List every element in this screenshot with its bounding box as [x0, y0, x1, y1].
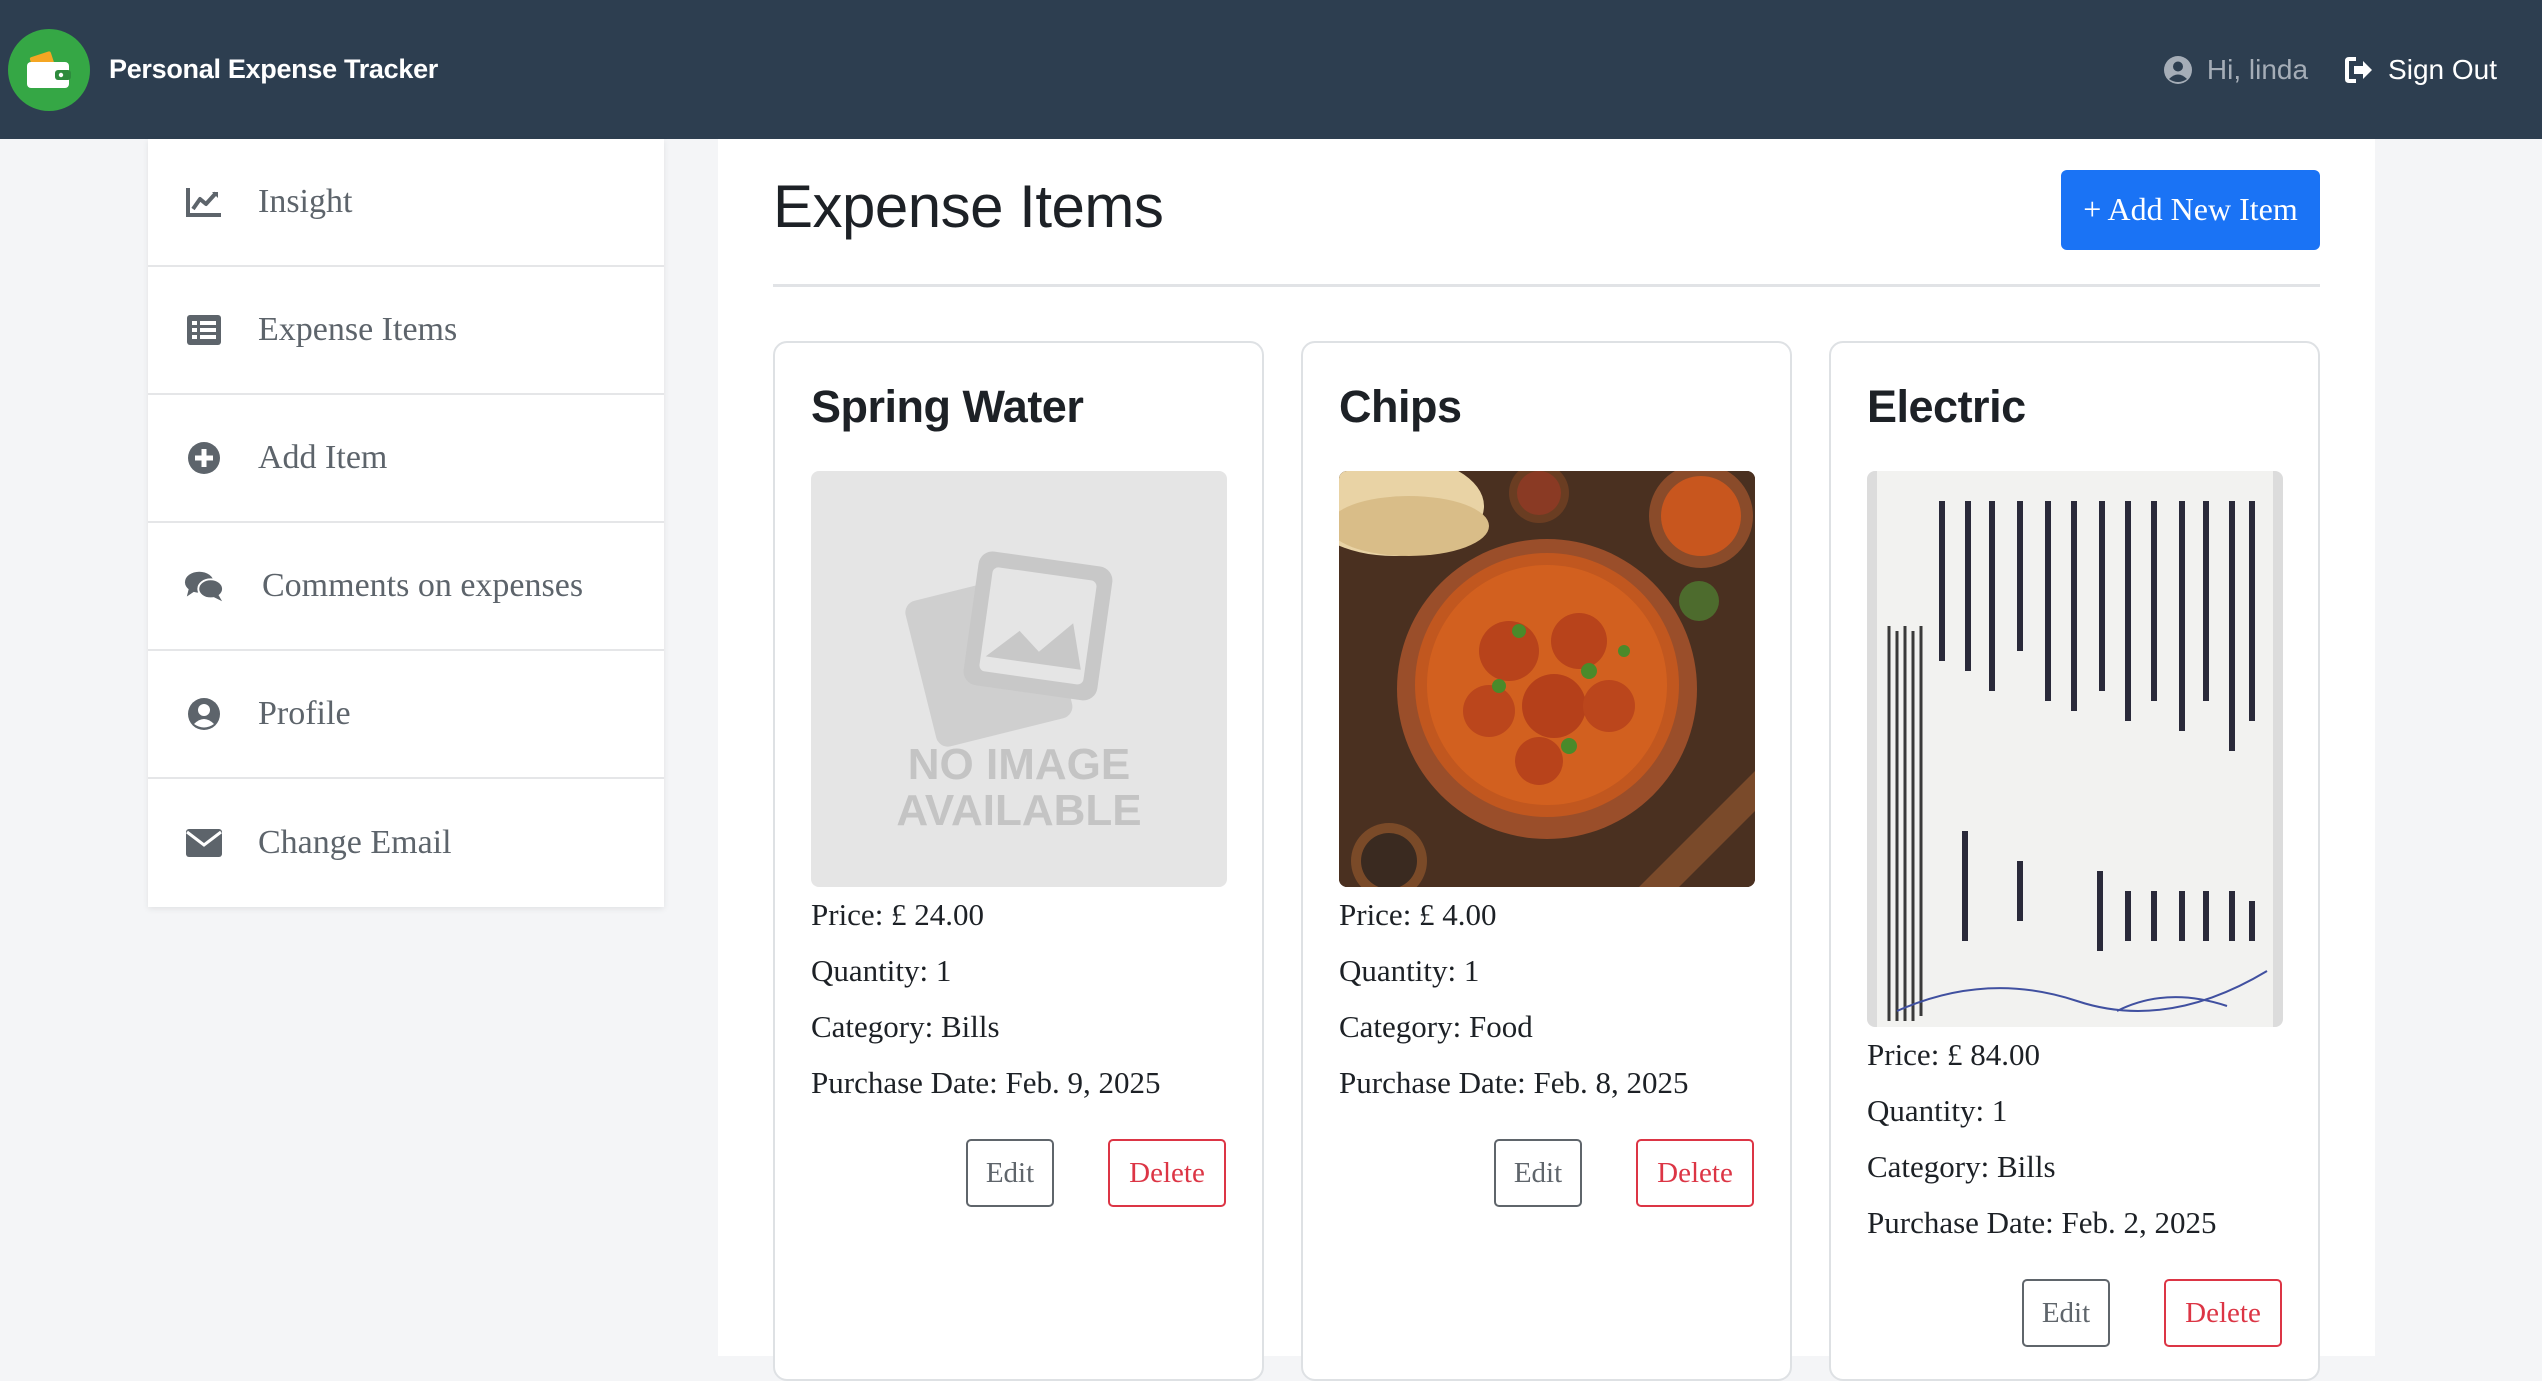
sign-out-link[interactable]: Sign Out: [2344, 54, 2497, 86]
wallet-logo-icon: [8, 28, 90, 111]
no-image-text: NO IMAGE: [908, 740, 1130, 789]
category-text: Category: Bills: [811, 1009, 1000, 1044]
no-image-placeholder: NO IMAGE AVAILABLE: [811, 471, 1227, 887]
quantity-text: Quantity: 1: [811, 953, 952, 988]
page-title: Expense Items: [773, 173, 1164, 240]
sidebar-item-expense-items[interactable]: Expense Items: [148, 267, 664, 395]
sidebar-item-label: Profile: [258, 695, 351, 732]
sign-out-icon: [2345, 56, 2373, 83]
category-text: Category: Food: [1339, 1009, 1533, 1044]
sidebar-item-insight[interactable]: Insight: [148, 139, 664, 267]
page-header: Expense Items + Add New Item: [773, 139, 2320, 287]
card-title: Electric: [1867, 381, 2026, 432]
price-text: Price: £ 4.00: [1339, 897, 1497, 932]
quantity-text: Quantity: 1: [1867, 1093, 2008, 1128]
chart-line-icon: [184, 182, 224, 222]
card-details: Price: £ 84.00 Quantity: 1 Category: Bil…: [1867, 1027, 2217, 1251]
brand-name: Personal Expense Tracker: [109, 54, 438, 84]
sidebar: Insight Expense Items Add Item Comments …: [148, 139, 664, 907]
add-new-item-button[interactable]: + Add New Item: [2061, 169, 2320, 250]
expense-card: Chips Price: £ 4.00 Quantity: 1 Category…: [1301, 341, 1792, 1381]
envelope-icon: [184, 823, 224, 863]
sidebar-item-change-email[interactable]: Change Email: [148, 779, 664, 907]
greeting-text: Hi, linda: [2206, 53, 2309, 85]
edit-button[interactable]: Edit: [1494, 1139, 1582, 1207]
purchase-date-text: Purchase Date: Feb. 2, 2025: [1867, 1205, 2217, 1240]
delete-button[interactable]: Delete: [1636, 1139, 1754, 1207]
receipt-photo: [1867, 471, 2283, 1027]
sidebar-item-label: Change Email: [258, 824, 452, 861]
user-circle-icon: [184, 694, 224, 734]
comments-icon: [184, 566, 224, 606]
purchase-date-text: Purchase Date: Feb. 9, 2025: [811, 1065, 1161, 1100]
expense-card: Electric Price: £ 84.00 Quantity: 1 Cate…: [1829, 341, 2320, 1381]
sidebar-item-label: Expense Items: [258, 311, 458, 348]
sign-out-label: Sign Out: [2388, 53, 2497, 85]
quantity-text: Quantity: 1: [1339, 953, 1480, 988]
sidebar-item-add-item[interactable]: Add Item: [148, 395, 664, 523]
main-content: Expense Items + Add New Item Spring Wate…: [718, 139, 2375, 1381]
user-circle-icon: [2163, 55, 2192, 84]
sidebar-item-label: Add Item: [258, 439, 388, 476]
price-text: Price: £ 24.00: [811, 897, 985, 932]
top-navbar: Personal Expense Tracker Hi, linda Sign …: [0, 0, 2542, 139]
edit-button[interactable]: Edit: [966, 1139, 1054, 1207]
sidebar-item-label: Comments on expenses: [262, 567, 584, 604]
curry-dish-photo: [1339, 471, 1755, 887]
list-icon: [184, 310, 224, 350]
category-text: Category: Bills: [1867, 1149, 2056, 1184]
expense-card: Spring Water NO IMAGE AVAILABLE Price: £…: [773, 341, 1264, 1381]
delete-button[interactable]: Delete: [2164, 1279, 2282, 1347]
sidebar-item-label: Insight: [258, 183, 353, 220]
brand[interactable]: Personal Expense Tracker: [8, 28, 438, 111]
plus-circle-icon: [184, 438, 224, 478]
sidebar-item-comments[interactable]: Comments on expenses: [148, 523, 664, 651]
card-title: Chips: [1339, 381, 1462, 432]
available-text: AVAILABLE: [896, 786, 1141, 835]
edit-button[interactable]: Edit: [2022, 1279, 2110, 1347]
user-greeting: Hi, linda: [2163, 54, 2308, 86]
card-details: Price: £ 4.00 Quantity: 1 Category: Food…: [1339, 887, 1689, 1111]
card-title: Spring Water: [811, 381, 1084, 432]
delete-button[interactable]: Delete: [1108, 1139, 1226, 1207]
sidebar-item-profile[interactable]: Profile: [148, 651, 664, 779]
price-text: Price: £ 84.00: [1867, 1037, 2041, 1072]
purchase-date-text: Purchase Date: Feb. 8, 2025: [1339, 1065, 1689, 1100]
card-details: Price: £ 24.00 Quantity: 1 Category: Bil…: [811, 887, 1161, 1111]
